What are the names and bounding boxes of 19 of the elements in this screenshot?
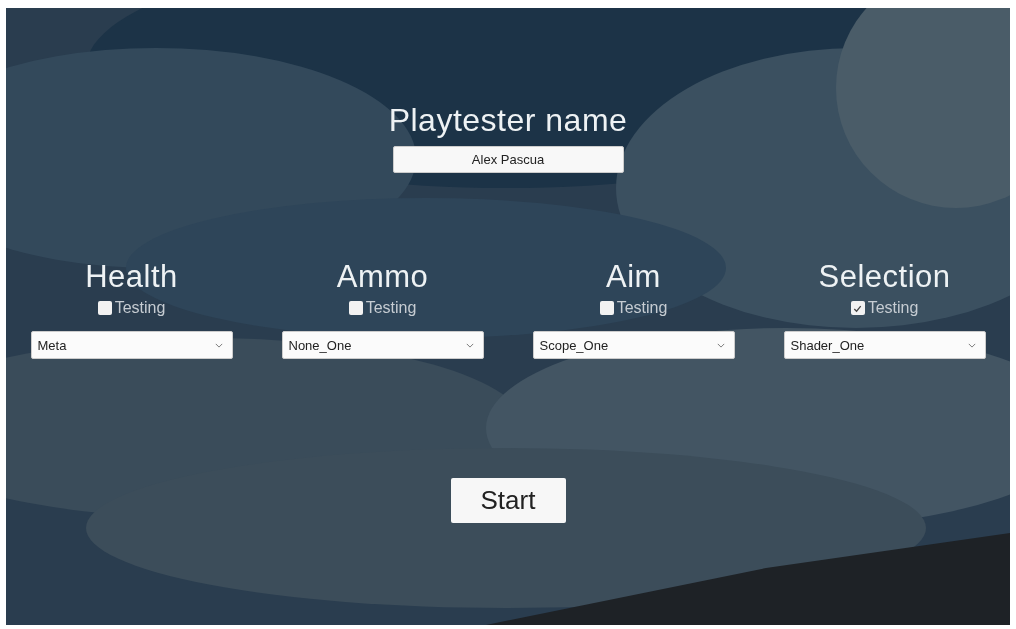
- name-field[interactable]: Alex Pascua: [392, 146, 624, 173]
- start-button[interactable]: Start: [450, 478, 566, 523]
- category-heading: Health: [85, 258, 178, 296]
- title: Playtester name: [388, 101, 628, 140]
- chevron-icon: [967, 342, 976, 348]
- category-heading: Ammo: [336, 258, 429, 296]
- checkbox-label: Testing: [616, 298, 668, 318]
- category-heading: Aim: [606, 258, 661, 296]
- dropdown[interactable]: Shader_One: [783, 331, 986, 359]
- checkbox-label: Testing: [867, 298, 919, 318]
- dropdown[interactable]: Meta: [30, 331, 233, 359]
- checkbox-label: Testing: [114, 298, 166, 318]
- category-heading: Selection: [818, 258, 951, 296]
- chevron-icon: [214, 342, 223, 348]
- dropdown[interactable]: None_One: [281, 331, 484, 359]
- chevron-icon: [716, 342, 725, 348]
- checkbox-label: Testing: [365, 298, 417, 318]
- chevron-icon: [465, 342, 474, 348]
- dropdown[interactable]: Scope_One: [532, 331, 735, 359]
